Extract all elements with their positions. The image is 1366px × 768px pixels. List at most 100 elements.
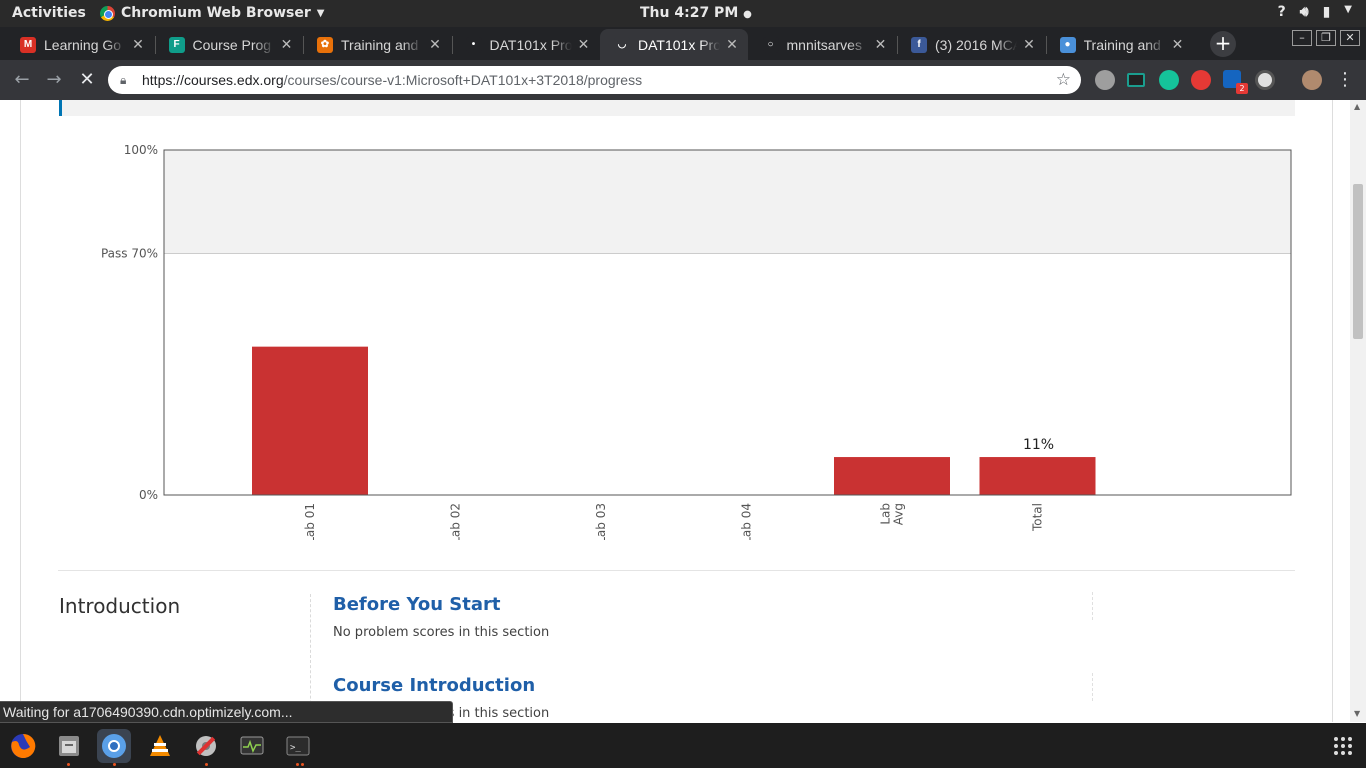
scroll-down-icon[interactable]: ▼ xyxy=(1354,709,1360,718)
x-tick-label: Total xyxy=(1031,503,1045,532)
settings-tools-icon[interactable] xyxy=(189,729,223,763)
grammarly-icon[interactable] xyxy=(1159,70,1179,90)
window-controls: – ❐ ✕ xyxy=(1292,30,1360,46)
tab-4[interactable]: • DAT101x Pro ✕ xyxy=(452,29,600,60)
close-window-icon[interactable]: ✕ xyxy=(1340,30,1360,46)
page-scrollbar[interactable]: ▲ ▼ xyxy=(1350,100,1366,722)
activities-button[interactable]: Activities xyxy=(12,5,86,21)
bookmark-star-icon[interactable]: ☆ xyxy=(1056,70,1071,90)
loading-spinner-icon: ◡ xyxy=(614,36,630,53)
stop-loading-icon[interactable]: ✕ xyxy=(76,69,98,91)
clock-label: Thu 4:27 PM xyxy=(640,5,739,21)
close-tab-icon[interactable]: ✕ xyxy=(1170,36,1186,53)
tab-6[interactable]: ○ mnnitsarves ✕ xyxy=(749,29,897,60)
y-tick-label: 0% xyxy=(139,488,158,502)
forward-arrow-icon[interactable]: → xyxy=(43,69,65,91)
profile-avatar[interactable] xyxy=(1302,70,1322,90)
chromium-dock-icon[interactable] xyxy=(97,729,131,763)
terminal-icon[interactable]: >_ xyxy=(281,729,315,763)
close-tab-icon[interactable]: ✕ xyxy=(279,36,295,53)
restore-icon[interactable]: ❐ xyxy=(1316,30,1336,46)
close-tab-icon[interactable]: ✕ xyxy=(724,36,740,53)
tab-title: (3) 2016 MCA xyxy=(935,36,1017,53)
running-indicator xyxy=(296,763,299,766)
running-indicator xyxy=(205,763,208,766)
x-tick-label-text: Lab 04 xyxy=(740,503,754,540)
lock-icon[interactable]: 🔒︎ xyxy=(120,73,134,88)
tab-separator xyxy=(303,36,304,54)
tab-8[interactable]: ● Training and ✕ xyxy=(1046,29,1194,60)
recorder-icon[interactable] xyxy=(1191,70,1211,90)
chevron-down-icon[interactable]: ▼ xyxy=(1344,4,1352,20)
close-tab-icon[interactable]: ✕ xyxy=(130,36,146,53)
github-icon: ○ xyxy=(762,36,779,53)
app-menu-label: Chromium Web Browser xyxy=(121,5,311,21)
system-monitor-icon[interactable] xyxy=(235,729,269,763)
grade-chart: 100% Pass 70% 0% Lab 01 Lab 02 Lab 03 Lab 04 La… xyxy=(101,143,1292,540)
speedometer-icon[interactable] xyxy=(1255,70,1275,90)
minimize-icon[interactable]: – xyxy=(1292,30,1312,46)
x-tick-label: Lab 03 xyxy=(594,503,608,540)
battery-icon[interactable]: ▮ xyxy=(1323,4,1331,20)
x-tick-label-text: Lab xyxy=(879,503,893,525)
x-tick-label-text: Lab 02 xyxy=(449,503,463,540)
section-link[interactable]: Before You Start xyxy=(333,594,549,615)
firefox-icon[interactable] xyxy=(6,729,40,763)
help-icon[interactable]: ? xyxy=(1278,4,1286,20)
tab-3[interactable]: ✿ Training and ✕ xyxy=(303,29,451,60)
running-indicator xyxy=(113,763,116,766)
tab-separator xyxy=(451,36,453,54)
x-tick-label-text: Lab 01 xyxy=(303,503,317,540)
content-border-left xyxy=(20,100,21,722)
files-icon[interactable] xyxy=(52,729,86,763)
content-border-right xyxy=(1332,100,1333,722)
new-tab-button[interactable]: + xyxy=(1210,31,1236,57)
x-tick-label-text: Total xyxy=(1031,503,1045,532)
tab-title: Training and xyxy=(1083,36,1161,53)
info-banner xyxy=(59,100,1295,116)
address-bar[interactable]: 🔒︎ https://courses.edx.org/courses/cours… xyxy=(108,66,1081,94)
tab-separator xyxy=(1045,36,1047,54)
show-applications-icon[interactable] xyxy=(1334,737,1352,755)
close-tab-icon[interactable]: ✕ xyxy=(1021,36,1037,53)
close-tab-icon[interactable]: ✕ xyxy=(427,36,443,53)
data-label: 11% xyxy=(1023,437,1054,453)
tab-title: Course Prog xyxy=(192,36,272,53)
system-tray[interactable]: ? 🔊︎ ▮ ▼ xyxy=(1278,4,1352,20)
menu-dots-icon[interactable]: ⋮ xyxy=(1334,69,1356,91)
passing-band xyxy=(164,150,1291,254)
close-tab-icon[interactable]: ✕ xyxy=(576,36,592,53)
x-tick-label: Lab 04 xyxy=(740,503,754,540)
tab-1[interactable]: M Learning Go ✕ xyxy=(6,29,154,60)
section-link[interactable]: Course Introduction xyxy=(333,675,549,696)
scrollbar-thumb[interactable] xyxy=(1353,184,1363,339)
cast-icon[interactable] xyxy=(1127,73,1145,87)
x-tick-label: Lab Avg xyxy=(879,503,906,525)
training-icon: ✿ xyxy=(317,36,333,53)
volume-icon[interactable]: 🔊︎ xyxy=(1300,4,1309,20)
scroll-up-icon[interactable]: ▲ xyxy=(1354,102,1360,111)
facebook-icon: f xyxy=(911,36,927,53)
tab-5[interactable]: ◡ DAT101x Pro ✕ xyxy=(600,29,748,60)
url-text[interactable]: https://courses.edx.org/courses/course-v… xyxy=(142,72,1056,88)
back-arrow-icon[interactable]: ← xyxy=(11,69,33,91)
x-tick-label-text: Lab 03 xyxy=(594,503,608,540)
tab-title: DAT101x Pro xyxy=(638,36,720,53)
x-tick-label: Lab 01 xyxy=(303,503,317,540)
clock[interactable]: Thu 4:27 PM ● xyxy=(640,5,752,21)
bar-1 xyxy=(252,346,368,495)
y-tick-label: 100% xyxy=(124,143,158,157)
bar-6 xyxy=(979,457,1096,495)
tab-7[interactable]: f (3) 2016 MCA ✕ xyxy=(897,29,1045,60)
vlc-icon[interactable] xyxy=(143,729,177,763)
tab-2[interactable]: F Course Prog ✕ xyxy=(155,29,303,60)
close-tab-icon[interactable]: ✕ xyxy=(873,36,889,53)
tab-title: Training and xyxy=(341,36,419,53)
app-menu[interactable]: Chromium Web Browser ▼ xyxy=(100,5,324,21)
chromium-icon xyxy=(100,5,115,21)
running-indicator xyxy=(301,763,304,766)
section-item: Before You Start No problem scores in th… xyxy=(333,594,549,640)
extension-cloud-icon[interactable] xyxy=(1095,70,1115,90)
extension-badge: 2 xyxy=(1236,83,1248,94)
section-divider xyxy=(58,570,1295,571)
